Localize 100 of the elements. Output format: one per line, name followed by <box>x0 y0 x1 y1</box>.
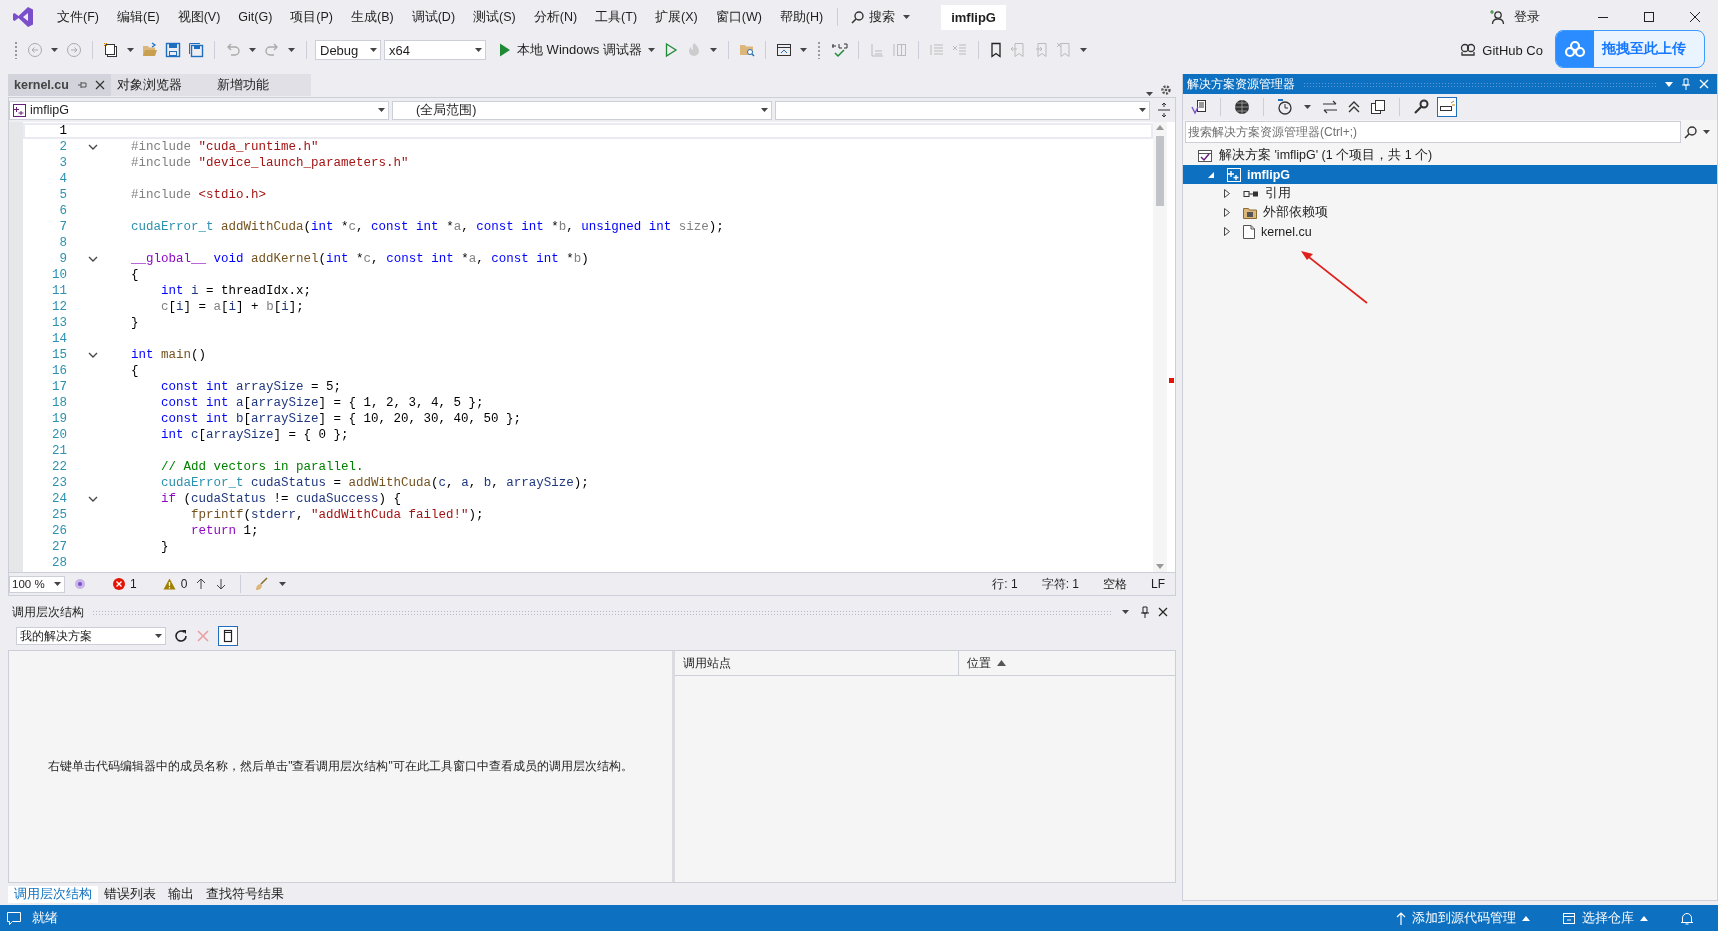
sync-icon[interactable] <box>1322 99 1338 115</box>
line-number: 11 <box>51 284 67 298</box>
brush-icon[interactable] <box>254 577 269 591</box>
document-tab[interactable]: kernel.cu <box>8 74 111 96</box>
configuration-dropdown[interactable]: Debug <box>315 40 381 60</box>
spell-check-icon[interactable] <box>829 42 848 58</box>
menu-item[interactable]: 生成(B) <box>342 8 403 26</box>
save-icon[interactable] <box>165 42 181 58</box>
char-position[interactable]: 字符: 1 <box>1041 575 1079 593</box>
switch-views-icon[interactable] <box>1191 99 1207 115</box>
source-control-button[interactable]: 添加到源代码管理 <box>1396 909 1530 927</box>
notification-icon[interactable] <box>6 910 22 926</box>
globe-icon[interactable] <box>1234 99 1250 115</box>
tree-item[interactable]: kernel.cu <box>1183 222 1717 241</box>
panel-tab[interactable]: 查找符号结果 <box>200 885 290 903</box>
scope-dropdown[interactable]: 我的解决方案 <box>16 627 166 645</box>
app-logo-icon[interactable] <box>12 6 34 28</box>
error-count[interactable]: 1 <box>113 577 137 591</box>
menu-item[interactable]: 分析(N) <box>524 8 587 26</box>
window-icon[interactable] <box>775 42 792 58</box>
caret-icon <box>249 48 256 52</box>
line-number: 5 <box>58 188 67 202</box>
collapsed-arrow-icon[interactable] <box>1223 227 1231 236</box>
document-tab[interactable]: 对象浏览器 <box>110 74 211 96</box>
open-folder-icon[interactable] <box>142 42 158 58</box>
copilot-status-icon[interactable] <box>73 577 87 591</box>
bell-icon[interactable] <box>1680 910 1694 926</box>
collapse-icon[interactable] <box>88 351 98 359</box>
scope-dropdown[interactable]: (全局范围) <box>392 100 772 120</box>
whitespace-mode[interactable]: 空格 <box>1103 575 1127 593</box>
line-number: 15 <box>51 348 67 362</box>
expanded-arrow-icon[interactable] <box>1207 170 1215 179</box>
menu-item[interactable]: 帮助(H) <box>770 8 833 26</box>
preview-icon[interactable] <box>1437 97 1457 117</box>
new-item-icon[interactable] <box>103 42 119 58</box>
panel-tab[interactable]: 错误列表 <box>98 885 162 903</box>
collapsed-arrow-icon[interactable] <box>1223 208 1231 217</box>
empty-state-hint: 右键单击代码编辑器中的成员名称，然后单击"查看调用层次结构"可在此工具窗口中查看成员的调用层次结构。 <box>48 758 633 775</box>
menu-item[interactable]: 测试(S) <box>464 8 525 26</box>
caret-icon[interactable] <box>1665 81 1673 87</box>
tree-item[interactable]: 外部依赖项 <box>1183 203 1717 222</box>
down-arrow-icon[interactable] <box>215 578 228 590</box>
menu-item[interactable]: 编辑(E) <box>107 8 169 26</box>
refresh-icon[interactable] <box>174 629 188 643</box>
settings-icon[interactable] <box>1160 84 1172 96</box>
search-field[interactable]: 搜索解决方案资源管理器(Ctrl+;) <box>1185 121 1681 143</box>
close-tab-icon[interactable] <box>94 80 105 90</box>
project-dropdown[interactable]: imflipG <box>9 100 389 120</box>
line-number: 4 <box>58 172 67 186</box>
code-line: } <box>160 540 169 554</box>
bookmark-icon[interactable] <box>988 42 1003 58</box>
sign-in-button[interactable]: 登录 <box>1490 8 1540 26</box>
collapsed-arrow-icon[interactable] <box>1223 189 1231 198</box>
code-line: const int a[arraySize] = { 1, 2, 3, 4, 5 }; <box>160 396 484 410</box>
close-icon[interactable] <box>1158 607 1168 617</box>
menu-item[interactable]: 扩展(X) <box>646 8 707 26</box>
scroll-up-icon[interactable] <box>1156 125 1164 130</box>
menu-item[interactable]: 项目(P) <box>281 8 342 26</box>
collapse-icon[interactable] <box>88 143 98 151</box>
github-copilot-button[interactable]: GitHub Co <box>1460 42 1543 58</box>
panel-tab[interactable]: 调用层次结构 <box>8 885 98 903</box>
menu-item[interactable]: Git(G) <box>229 10 282 24</box>
menu-item[interactable]: 视图(V) <box>168 8 230 26</box>
split-icon[interactable] <box>1157 102 1171 118</box>
collapse-icon[interactable] <box>88 255 98 263</box>
zoom-dropdown[interactable]: 100 % <box>9 575 65 593</box>
scrollbar-thumb[interactable] <box>1156 136 1164 206</box>
menu-item[interactable]: 调试(D) <box>402 8 465 26</box>
pin-icon[interactable] <box>1140 606 1150 618</box>
run-debugger-button[interactable]: 本地 Windows 调试器 <box>499 41 642 59</box>
menu-item[interactable]: 文件(F) <box>48 8 108 26</box>
upload-drop-target[interactable]: 拖拽至此上传 <box>1555 30 1705 68</box>
menu-item[interactable]: 工具(T) <box>586 8 647 26</box>
tree-item[interactable]: 引用 <box>1183 184 1717 203</box>
platform-dropdown[interactable]: x64 <box>384 40 486 60</box>
repository-button[interactable]: 选择仓库 <box>1562 909 1648 927</box>
collapse-icon[interactable] <box>88 495 98 503</box>
search-button[interactable]: 搜索 <box>843 8 922 26</box>
history-icon[interactable] <box>1277 99 1293 115</box>
tree-item[interactable]: imflipG <box>1183 165 1717 184</box>
details-pane-icon[interactable] <box>218 626 238 646</box>
menu-item[interactable]: 窗口(W) <box>706 8 771 26</box>
tree-item[interactable]: 解决方案 'imflipG' (1 个项目，共 1 个) <box>1183 146 1717 165</box>
collapse-all-icon[interactable] <box>1346 99 1362 115</box>
up-arrow-icon[interactable] <box>195 578 208 590</box>
vertical-scrollbar[interactable] <box>1153 122 1167 572</box>
panel-tab[interactable]: 输出 <box>162 885 200 903</box>
copy-icon[interactable] <box>1370 99 1386 115</box>
column-header[interactable]: 位置 <box>959 651 1175 675</box>
wrench-icon[interactable] <box>1413 99 1429 115</box>
line-position[interactable]: 行: 1 <box>992 575 1018 593</box>
code-line: return 1; <box>190 524 259 538</box>
document-tab[interactable]: 新增功能 <box>210 74 311 96</box>
column-header[interactable]: 调用站点 <box>675 651 959 675</box>
line-ending[interactable]: LF <box>1151 577 1165 591</box>
scroll-down-icon[interactable] <box>1156 564 1164 569</box>
folder-search-icon[interactable] <box>738 42 755 58</box>
caret-icon <box>1522 915 1530 921</box>
warning-count[interactable]: 0 <box>162 577 188 591</box>
save-all-icon[interactable] <box>188 42 204 58</box>
